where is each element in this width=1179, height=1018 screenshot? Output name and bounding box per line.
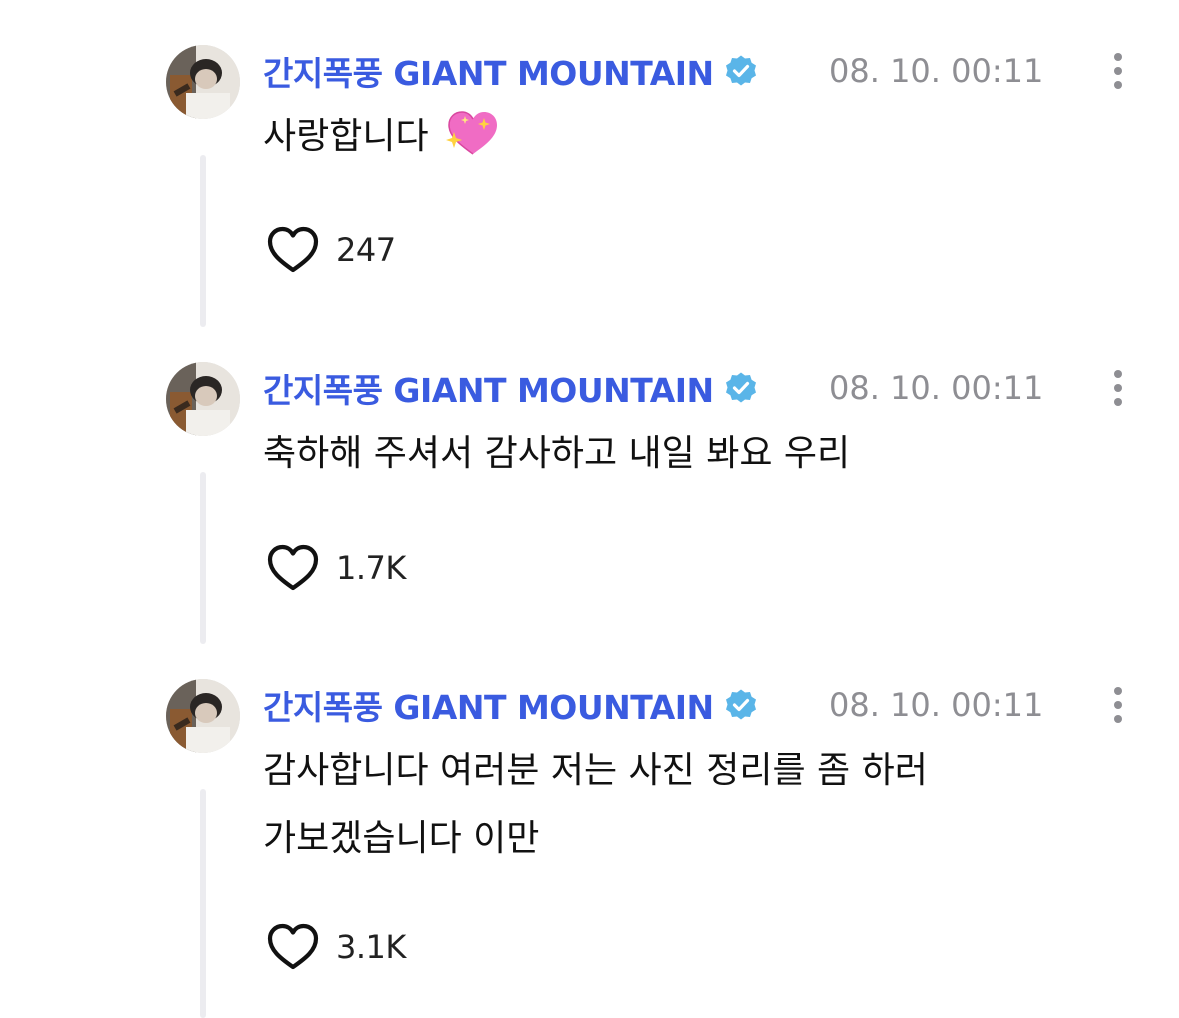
post-header: 간지폭풍 GIANT MOUNTAIN — [263, 47, 758, 95]
verified-badge-icon — [725, 689, 756, 720]
post-content: 사랑합니다 — [263, 103, 1083, 171]
username[interactable]: 간지폭풍 GIANT MOUNTAIN — [263, 681, 714, 729]
thread-line — [200, 472, 206, 644]
like-count: 3.1K — [336, 928, 406, 966]
more-vertical-icon[interactable] — [1106, 51, 1130, 91]
post-content: 축하해 주셔서 감사하고 내일 봐요 우리 — [263, 420, 1083, 488]
sparkling-heart-icon — [445, 111, 497, 155]
avatar[interactable] — [166, 679, 240, 753]
more-vertical-icon[interactable] — [1106, 685, 1130, 725]
avatar[interactable] — [166, 362, 240, 436]
post-1: 간지폭풍 GIANT MOUNTAIN 08. 10. 00:11 사랑합니다 … — [0, 45, 1179, 335]
post-content: 감사합니다 여러분 저는 사진 정리를 좀 하러 가보겠습니다 이만 — [263, 737, 1083, 873]
like-count: 1.7K — [336, 549, 406, 587]
verified-badge-icon — [725, 55, 756, 86]
post-header: 간지폭풍 GIANT MOUNTAIN — [263, 681, 758, 729]
timestamp: 08. 10. 00:11 — [829, 686, 1044, 724]
post-text: 사랑합니다 — [263, 116, 429, 157]
more-vertical-icon[interactable] — [1106, 368, 1130, 408]
like-count: 247 — [336, 231, 396, 269]
timestamp: 08. 10. 00:11 — [829, 52, 1044, 90]
heart-outline-icon[interactable] — [266, 922, 320, 972]
post-text-line-2: 가보겠습니다 이만 — [263, 818, 540, 859]
avatar-image — [166, 679, 240, 753]
post-2: 간지폭풍 GIANT MOUNTAIN 08. 10. 00:11 축하해 주셔… — [0, 362, 1179, 652]
avatar[interactable] — [166, 45, 240, 119]
thread-line — [200, 789, 206, 1018]
like-row: 247 — [266, 222, 396, 278]
username[interactable]: 간지폭풍 GIANT MOUNTAIN — [263, 47, 714, 95]
timestamp: 08. 10. 00:11 — [829, 369, 1044, 407]
like-row: 1.7K — [266, 540, 406, 596]
heart-outline-icon[interactable] — [266, 225, 320, 275]
avatar-image — [166, 45, 240, 119]
avatar-image — [166, 362, 240, 436]
verified-badge-icon — [725, 372, 756, 403]
post-3: 간지폭풍 GIANT MOUNTAIN 08. 10. 00:11 감사합니다 … — [0, 679, 1179, 1018]
like-row: 3.1K — [266, 919, 406, 975]
post-text-line-1: 감사합니다 여러분 저는 사진 정리를 좀 하러 — [263, 750, 928, 791]
post-header: 간지폭풍 GIANT MOUNTAIN — [263, 364, 758, 412]
thread-line — [200, 155, 206, 327]
username[interactable]: 간지폭풍 GIANT MOUNTAIN — [263, 364, 714, 412]
heart-outline-icon[interactable] — [266, 543, 320, 593]
post-text: 축하해 주셔서 감사하고 내일 봐요 우리 — [263, 433, 851, 474]
